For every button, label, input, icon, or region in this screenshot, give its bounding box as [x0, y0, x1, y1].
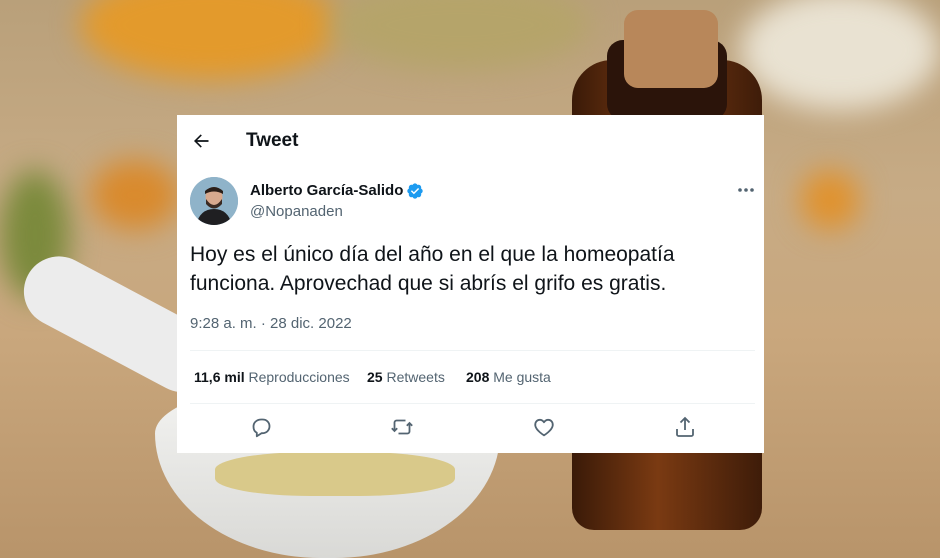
views-label: Reproducciones	[248, 369, 350, 385]
author-name[interactable]: Alberto García-Salido	[250, 182, 403, 199]
author-handle[interactable]: @Nopanaden	[250, 203, 343, 220]
tweet-text-line: funciona. Aprovechad que si abrís el gri…	[190, 272, 667, 295]
divider	[190, 350, 755, 351]
tweet-card: Tweet Alberto García-Salido @Nopanaden H…	[177, 115, 764, 453]
like-icon[interactable]	[532, 415, 556, 439]
verified-badge-icon	[407, 183, 423, 199]
retweets-stat[interactable]: 25 Retweets	[367, 369, 445, 385]
retweets-count: 25	[367, 369, 383, 385]
mortar-flowers	[215, 452, 455, 496]
retweets-label: Retweets	[386, 369, 445, 385]
back-arrow-icon[interactable]	[191, 131, 211, 151]
divider	[190, 403, 755, 404]
reply-icon[interactable]	[249, 415, 273, 439]
share-icon[interactable]	[673, 415, 697, 439]
more-icon[interactable]	[736, 184, 756, 196]
cork	[624, 10, 718, 88]
tweet-header: Tweet	[177, 115, 764, 167]
tweet-text: Hoy es el único día del año en el que la…	[190, 240, 750, 298]
retweet-icon[interactable]	[390, 415, 414, 439]
page-title: Tweet	[246, 130, 299, 151]
views-stat[interactable]: 11,6 mil Reproducciones	[194, 369, 350, 385]
likes-count: 208	[466, 369, 490, 385]
tweet-timestamp[interactable]: 9:28 a. m. · 28 dic. 2022	[190, 315, 352, 332]
avatar[interactable]	[190, 177, 238, 225]
tweet-text-line: Hoy es el único día del año en el que la…	[190, 243, 675, 266]
likes-stat[interactable]: 208 Me gusta	[466, 369, 551, 385]
views-count: 11,6 mil	[194, 369, 245, 385]
likes-label: Me gusta	[493, 369, 551, 385]
